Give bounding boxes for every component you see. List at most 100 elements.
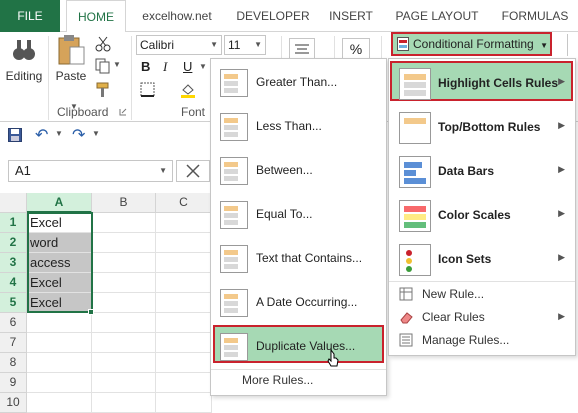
row-header[interactable]: 7 [0, 333, 27, 353]
align-center-icon[interactable] [289, 38, 315, 60]
save-icon[interactable] [8, 128, 22, 142]
paste-button[interactable]: Paste [53, 34, 89, 94]
color-scales-item[interactable]: Color Scales ▶ [389, 194, 575, 238]
grid-cell[interactable] [92, 273, 156, 293]
date-occurring-item[interactable]: A Date Occurring... [211, 281, 386, 325]
grid-cell[interactable] [92, 293, 156, 313]
equal-to-label: Equal To... [256, 207, 313, 221]
grid-cell[interactable] [92, 373, 156, 393]
grid-cell[interactable] [27, 313, 92, 333]
grid-cell[interactable]: access [27, 253, 92, 273]
row-header[interactable]: 1 [0, 213, 27, 233]
chevron-right-icon: ▶ [558, 311, 565, 321]
grid-cell[interactable] [156, 393, 212, 413]
row-header[interactable]: 9 [0, 373, 27, 393]
less-than-item[interactable]: Less Than... [211, 105, 386, 149]
highlight-cells-rules-item[interactable]: Highlight Cells Rules ▶ [389, 62, 575, 106]
chevron-right-icon: ▶ [558, 164, 565, 174]
font-size-select[interactable]: 11 ▼ [224, 35, 266, 55]
color-scales-label: Color Scales [438, 208, 511, 222]
tab-home[interactable]: HOME [66, 0, 126, 33]
new-rule-item[interactable]: New Rule... [389, 283, 575, 305]
borders-icon[interactable] [140, 82, 156, 98]
grid-cell[interactable] [27, 373, 92, 393]
grid-cell[interactable] [156, 333, 212, 353]
row-header[interactable]: 5 [0, 293, 27, 313]
fill-color-icon[interactable] [180, 82, 196, 98]
tab-page-layout[interactable]: PAGE LAYOUT [388, 0, 486, 32]
bold-button[interactable]: B [141, 59, 150, 74]
grid-cell[interactable] [27, 333, 92, 353]
column-header-b[interactable]: B [92, 193, 156, 213]
row-header[interactable]: 2 [0, 233, 27, 253]
row-header[interactable]: 6 [0, 313, 27, 333]
fill-handle[interactable] [88, 309, 94, 315]
grid-cell[interactable] [27, 353, 92, 373]
grid-cell[interactable] [156, 233, 212, 253]
equal-to-item[interactable]: Equal To... [211, 193, 386, 237]
grid-cell[interactable] [27, 393, 92, 413]
grid-cell[interactable] [92, 233, 156, 253]
select-all-corner[interactable] [0, 193, 27, 213]
underline-dropdown-icon[interactable]: ▼ [199, 62, 207, 71]
text-contains-item[interactable]: Text that Contains... [211, 237, 386, 281]
copy-icon[interactable] [95, 58, 111, 74]
grid-cell[interactable] [156, 273, 212, 293]
tab-insert[interactable]: INSERT [323, 0, 379, 32]
grid-cell[interactable] [156, 373, 212, 393]
between-item[interactable]: Between... [211, 149, 386, 193]
redo-dropdown-icon[interactable]: ▼ [92, 129, 100, 138]
top-bottom-rules-item[interactable]: Top/Bottom Rules ▶ [389, 106, 575, 150]
duplicate-values-label: Duplicate Values... [256, 339, 356, 353]
copy-dropdown-icon[interactable]: ▼ [113, 60, 121, 69]
grid-cell[interactable] [156, 293, 212, 313]
conditional-formatting-button[interactable]: Conditional Formatting ▼ [391, 32, 552, 56]
grid-cell[interactable] [156, 313, 212, 333]
duplicate-values-item[interactable]: Duplicate Values... [211, 325, 386, 369]
tab-formulas[interactable]: FORMULAS [497, 0, 573, 32]
grid-cell[interactable] [92, 353, 156, 373]
column-header-a[interactable]: A [27, 193, 92, 213]
redo-icon[interactable]: ↷ [72, 125, 85, 145]
data-bars-item[interactable]: Data Bars ▶ [389, 150, 575, 194]
cut-icon[interactable] [95, 36, 111, 52]
column-header-c[interactable]: C [156, 193, 212, 213]
greater-than-item[interactable]: Greater Than... [211, 61, 386, 105]
grid-cell[interactable] [92, 213, 156, 233]
grid-cell[interactable]: Excel [27, 273, 92, 293]
row-header[interactable]: 3 [0, 253, 27, 273]
chevron-right-icon: ▶ [558, 76, 565, 86]
grid-cell[interactable] [92, 333, 156, 353]
row-header[interactable]: 10 [0, 393, 27, 413]
manage-rules-item[interactable]: Manage Rules... [389, 329, 575, 351]
tab-excelhow[interactable]: excelhow.net [133, 0, 221, 32]
tab-file[interactable]: FILE [0, 0, 60, 32]
chevron-right-icon: ▶ [558, 120, 565, 130]
grid-cell[interactable] [92, 313, 156, 333]
grid-cell[interactable]: Excel [27, 293, 92, 313]
grid-cell[interactable] [156, 353, 212, 373]
grid-cell[interactable] [156, 213, 212, 233]
grid-cell[interactable]: Excel [27, 213, 92, 233]
italic-button[interactable]: I [163, 59, 167, 75]
percent-icon[interactable]: % [342, 38, 370, 60]
grid-cell[interactable]: word [27, 233, 92, 253]
more-rules-item[interactable]: More Rules... [242, 373, 313, 387]
row-header[interactable]: 8 [0, 353, 27, 373]
dialog-launcher-icon[interactable] [119, 108, 127, 116]
grid-cell[interactable] [92, 393, 156, 413]
grid-cell[interactable] [156, 253, 212, 273]
name-box[interactable]: A1 ▼ [8, 160, 173, 182]
undo-dropdown-icon[interactable]: ▼ [55, 129, 63, 138]
tab-developer[interactable]: DEVELOPER [229, 0, 317, 32]
format-painter-icon[interactable] [95, 82, 111, 98]
row-header[interactable]: 4 [0, 273, 27, 293]
clear-rules-item[interactable]: Clear Rules ▶ [389, 306, 575, 328]
grid-cell[interactable] [92, 253, 156, 273]
font-name-select[interactable]: Calibri ▼ [136, 35, 222, 55]
underline-button[interactable]: U [183, 59, 192, 74]
undo-icon[interactable]: ↶ [35, 125, 48, 145]
icon-sets-item[interactable]: Icon Sets ▶ [389, 238, 575, 282]
formula-cancel-button[interactable] [176, 160, 210, 182]
editing-button[interactable]: Editing [2, 34, 46, 94]
